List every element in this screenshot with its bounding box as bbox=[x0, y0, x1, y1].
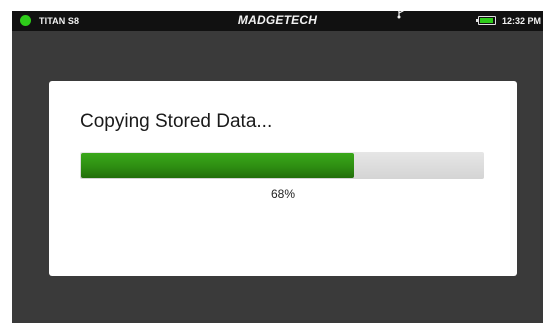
progress-fill bbox=[81, 153, 354, 178]
usb-icon bbox=[397, 11, 404, 19]
battery-level bbox=[480, 18, 493, 23]
battery-icon bbox=[476, 16, 496, 25]
status-bar: TITAN S8 MADGETECH 12:32 PM bbox=[12, 11, 543, 31]
clock: 12:32 PM bbox=[502, 16, 542, 26]
progress-dialog: Copying Stored Data... 68% bbox=[49, 81, 517, 276]
device-screen: TITAN S8 MADGETECH 12:32 PM Copying Stor… bbox=[12, 11, 543, 323]
progress-bar bbox=[80, 152, 484, 179]
progress-percent-label: 68% bbox=[270, 187, 296, 201]
dialog-title: Copying Stored Data... bbox=[80, 111, 273, 132]
brand-logo: MADGETECH bbox=[237, 13, 318, 27]
